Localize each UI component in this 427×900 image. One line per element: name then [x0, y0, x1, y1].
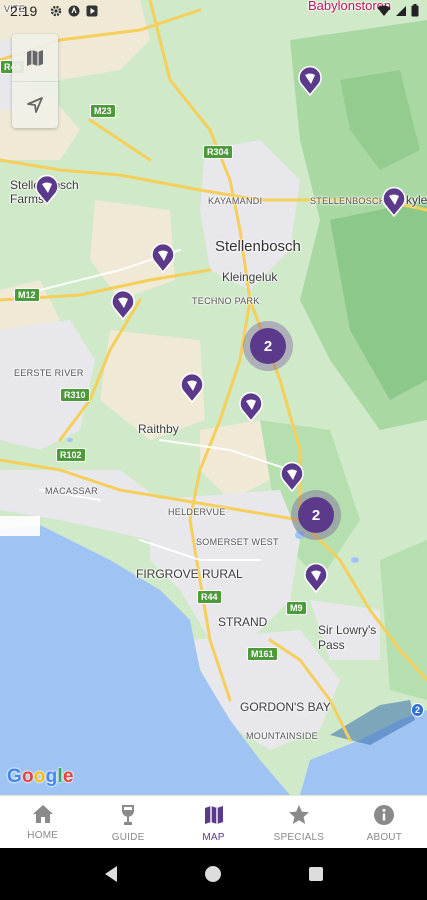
wine-farm-pin[interactable]	[381, 185, 407, 217]
status-bar: 2:19	[0, 0, 427, 24]
battery-icon	[411, 4, 419, 17]
place-label-sir-lowrys-pass: Sir Lowry's Pass	[318, 623, 377, 652]
place-label-mountainside: MOUNTAINSIDE	[246, 731, 318, 741]
google-logo-o2: o	[33, 766, 46, 787]
tab-guide[interactable]: GUIDE	[85, 796, 170, 848]
play-icon	[86, 5, 98, 17]
google-logo-g: G	[7, 766, 22, 787]
cluster-count: 2	[298, 497, 334, 533]
wine-farm-pin[interactable]	[150, 241, 176, 273]
tab-specials-label: SPECIALS	[273, 832, 325, 843]
road-shield-r310: R310	[60, 388, 90, 402]
tab-about[interactable]: ABOUT	[342, 796, 427, 848]
place-label-eerste-river: EERSTE RIVER	[14, 368, 84, 378]
road-shield-two: 2	[411, 703, 425, 717]
pin-cluster[interactable]: 2	[243, 321, 293, 371]
tab-map[interactable]: MAP	[171, 796, 256, 848]
place-label-firgrove-rural: FIRGROVE RURAL	[136, 567, 243, 581]
wine-farm-pin[interactable]	[297, 64, 323, 96]
road-shield-r102: R102	[56, 448, 86, 462]
home-icon	[32, 805, 53, 823]
wine-farm-pin[interactable]	[238, 390, 264, 422]
place-label-macassar: MACASSAR	[45, 486, 98, 496]
folded-map-icon	[27, 49, 43, 66]
place-label-kyle: kyle	[406, 193, 427, 207]
google-logo-o1: o	[21, 766, 34, 787]
tab-home-label: HOME	[27, 830, 59, 841]
place-label-raithby: Raithby	[138, 422, 179, 436]
road-shield-r44: R44	[197, 590, 222, 604]
wine-farm-pin[interactable]	[34, 173, 60, 205]
status-icons	[50, 5, 98, 17]
place-label-kleingeluk: Kleingeluk	[222, 270, 278, 284]
tab-home[interactable]: HOME	[0, 796, 85, 848]
wifi-icon	[377, 5, 391, 16]
my-location-button[interactable]	[12, 81, 58, 128]
tab-guide-label: GUIDE	[111, 832, 145, 843]
place-label-kayamandi: KAYAMANDI	[208, 196, 263, 206]
place-label-techno-park: TECHNO PARK	[192, 296, 260, 306]
system-navigation-bar	[0, 848, 427, 900]
road-shield-m9: M9	[286, 601, 307, 615]
place-label-stellenbosch-top: STELLENBOSCH	[310, 196, 386, 206]
pin-cluster[interactable]: 2	[291, 490, 341, 540]
wine-farm-pin[interactable]	[303, 561, 329, 593]
status-time: 2:19	[10, 3, 38, 19]
info-icon	[374, 805, 395, 825]
cluster-count: 2	[250, 328, 286, 364]
assistant-icon	[68, 5, 80, 17]
gear-icon	[50, 5, 62, 17]
tab-about-label: ABOUT	[366, 832, 403, 843]
wine-farm-pin[interactable]	[279, 460, 305, 492]
star-icon	[288, 805, 309, 824]
place-label-somerset-west: SOMERSET WEST	[196, 537, 279, 547]
map-view[interactable]: Babylonstoren VITE Stellenbosch Farms KA…	[0, 0, 427, 795]
recents-icon[interactable]	[308, 866, 324, 882]
tab-specials[interactable]: SPECIALS	[256, 796, 341, 848]
wine-farm-pin[interactable]	[179, 371, 205, 403]
google-logo-g2: g	[45, 766, 58, 787]
place-label-heldervue: HELDERVUE	[168, 507, 226, 517]
signal-icon	[396, 5, 406, 16]
map-layers-button[interactable]	[12, 34, 58, 81]
google-logo-e: e	[62, 766, 74, 787]
road-shield-r304: R304	[203, 145, 233, 159]
bottom-tab-bar: HOME GUIDE MAP SPECIALS ABOUT	[0, 795, 427, 848]
place-label-strand: STRAND	[218, 615, 268, 629]
back-icon[interactable]	[103, 865, 119, 883]
wine-glass-icon	[122, 805, 135, 825]
road-shield-m12: M12	[14, 288, 40, 302]
google-attribution: Google	[7, 766, 74, 788]
status-right-icons	[377, 4, 419, 17]
road-shield-m161: M161	[247, 647, 278, 661]
place-label-gordons-bay: GORDON'S BAY	[240, 700, 331, 714]
tab-map-label: MAP	[202, 832, 225, 843]
home-circle-icon[interactable]	[204, 865, 222, 883]
place-label-stellenbosch: Stellenbosch	[215, 238, 301, 255]
map-icon	[204, 806, 223, 824]
map-controls	[12, 34, 58, 128]
navigation-arrow-icon	[27, 97, 43, 113]
wine-farm-pin[interactable]	[110, 288, 136, 320]
app-screen: Babylonstoren VITE Stellenbosch Farms KA…	[0, 0, 427, 900]
road-shield-m23: M23	[90, 104, 116, 118]
